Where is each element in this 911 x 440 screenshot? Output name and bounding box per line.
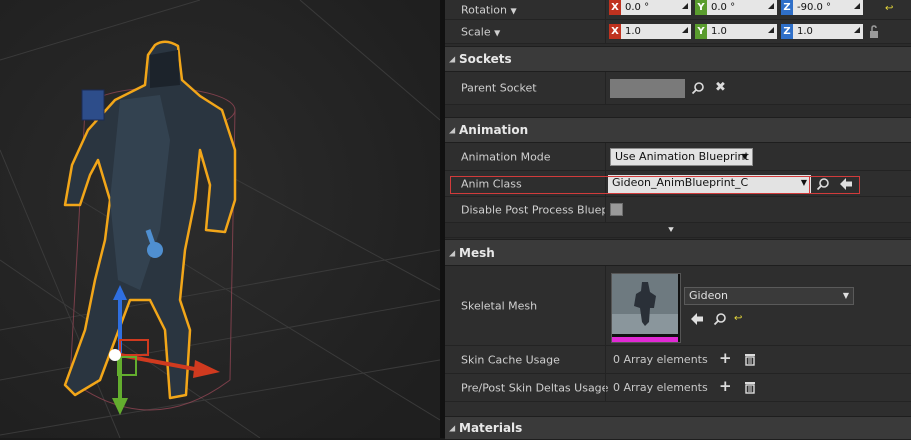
collapse-triangle-icon: ◢ [449,54,456,64]
skin-deltas-row: Pre/Post Skin Deltas Usage 0 Array eleme… [445,374,911,402]
scale-row: Scale ▼ X 1.0 Y 1.0 Z 1.0 [445,20,911,44]
rotation-z-axis-label: Z [781,0,793,15]
skin-deltas-label: Pre/Post Skin Deltas Usage [461,381,609,394]
rotation-x-axis-label: X [609,0,621,15]
animation-mode-dropdown[interactable]: Use Animation Blueprint ▼ [610,148,753,166]
rotation-y-field[interactable]: 0.0 ° [707,0,777,15]
skeletal-mesh-thumbnail[interactable] [611,273,681,343]
rotation-z-field[interactable]: -90.0 ° [793,0,863,15]
plus-icon[interactable]: + [719,379,732,394]
search-icon[interactable] [816,177,830,191]
animation-category[interactable]: ◢ Animation [445,117,911,143]
close-icon[interactable]: ✖ [715,81,726,94]
parent-socket-field[interactable] [610,79,685,98]
scale-x-field[interactable]: 1.0 [621,24,691,39]
chevron-down-icon: ▼ [510,6,517,15]
details-panel: Rotation ▼ X 0.0 ° Y 0.0 ° Z -90.0 ° ↩ S… [445,0,911,440]
skin-cache-value: 0 Array elements [613,353,708,366]
drag-corner-icon [682,27,688,33]
sockets-title: Sockets [459,52,512,66]
lock-icon[interactable] [869,25,881,39]
parent-socket-label: Parent Socket [461,81,537,95]
drag-corner-icon [768,3,774,9]
search-icon[interactable] [691,81,705,95]
anim-class-row: Anim Class Gideon_AnimBlueprint_C ▼ [445,171,911,197]
materials-category[interactable]: ◢ Materials [445,416,911,440]
trash-icon[interactable] [744,353,756,366]
disable-pp-checkbox[interactable] [610,203,623,216]
skin-cache-row: Skin Cache Usage 0 Array elements + [445,346,911,374]
rotation-x-field[interactable]: 0.0 ° [621,0,691,15]
animation-mode-label: Animation Mode [461,150,551,163]
skin-cache-label: Skin Cache Usage [461,353,560,366]
chevron-down-icon: ▼ [494,28,501,37]
scale-y-axis-label: Y [695,24,707,39]
materials-title: Materials [459,421,523,435]
animation-title: Animation [459,123,529,137]
disable-pp-label: Disable Post Process Blueprint [461,203,605,216]
skin-deltas-value: 0 Array elements [613,381,708,394]
reset-arrow-icon[interactable]: ↩ [734,312,742,325]
reset-arrow-icon[interactable]: ↩ [885,2,893,15]
chevron-down-icon: ▼ [842,291,849,300]
level-viewport[interactable] [0,0,440,438]
scale-z-field[interactable]: 1.0 [793,24,863,39]
asset-type-bar [612,337,678,342]
scale-label[interactable]: Scale ▼ [461,25,500,38]
plus-icon[interactable]: + [719,351,732,366]
parent-socket-row: Parent Socket ✖ [445,72,911,105]
chevron-down-icon: ▼ [800,178,807,187]
advanced-expander[interactable]: ⯆ [445,223,911,238]
anim-class-label: Anim Class [461,177,522,190]
arrow-left-icon[interactable] [690,312,704,326]
trash-icon[interactable] [744,381,756,394]
rotation-row: Rotation ▼ X 0.0 ° Y 0.0 ° Z -90.0 ° ↩ [445,0,911,20]
disable-pp-row: Disable Post Process Blueprint [445,197,911,223]
collapse-triangle-icon: ◢ [449,125,456,135]
chevron-down-icon: ▼ [741,152,748,161]
scale-y-field[interactable]: 1.0 [707,24,777,39]
skeletal-mesh-dropdown[interactable]: Gideon ▼ [684,287,854,305]
search-icon[interactable] [713,312,727,326]
mesh-category[interactable]: ◢ Mesh [445,239,911,266]
drag-corner-icon [854,3,860,9]
drag-corner-icon [854,27,860,33]
drag-corner-icon [768,27,774,33]
collapse-triangle-icon: ◢ [449,423,456,433]
mesh-thumbnail-image [612,274,678,334]
collapse-triangle-icon: ◢ [449,248,456,257]
mesh-spacer [445,402,911,416]
skeletal-mesh-label: Skeletal Mesh [461,299,538,312]
skeletal-mesh-row: Skeletal Mesh Gideon ▼ ↩ [445,266,911,346]
rotation-label[interactable]: Rotation ▼ [461,3,517,16]
viewport-scene [0,0,440,438]
drag-corner-icon [682,3,688,9]
expand-arrow-icon: ⯆ [667,225,675,236]
arrow-left-icon[interactable] [839,177,853,191]
animation-mode-row: Animation Mode Use Animation Blueprint ▼ [445,143,911,171]
anim-class-dropdown[interactable]: Gideon_AnimBlueprint_C ▼ [608,175,811,193]
mesh-title: Mesh [459,245,495,260]
sockets-category[interactable]: ◢ Sockets [445,46,911,72]
scale-z-axis-label: Z [781,24,793,39]
rotation-y-axis-label: Y [695,0,707,15]
scale-x-axis-label: X [609,24,621,39]
